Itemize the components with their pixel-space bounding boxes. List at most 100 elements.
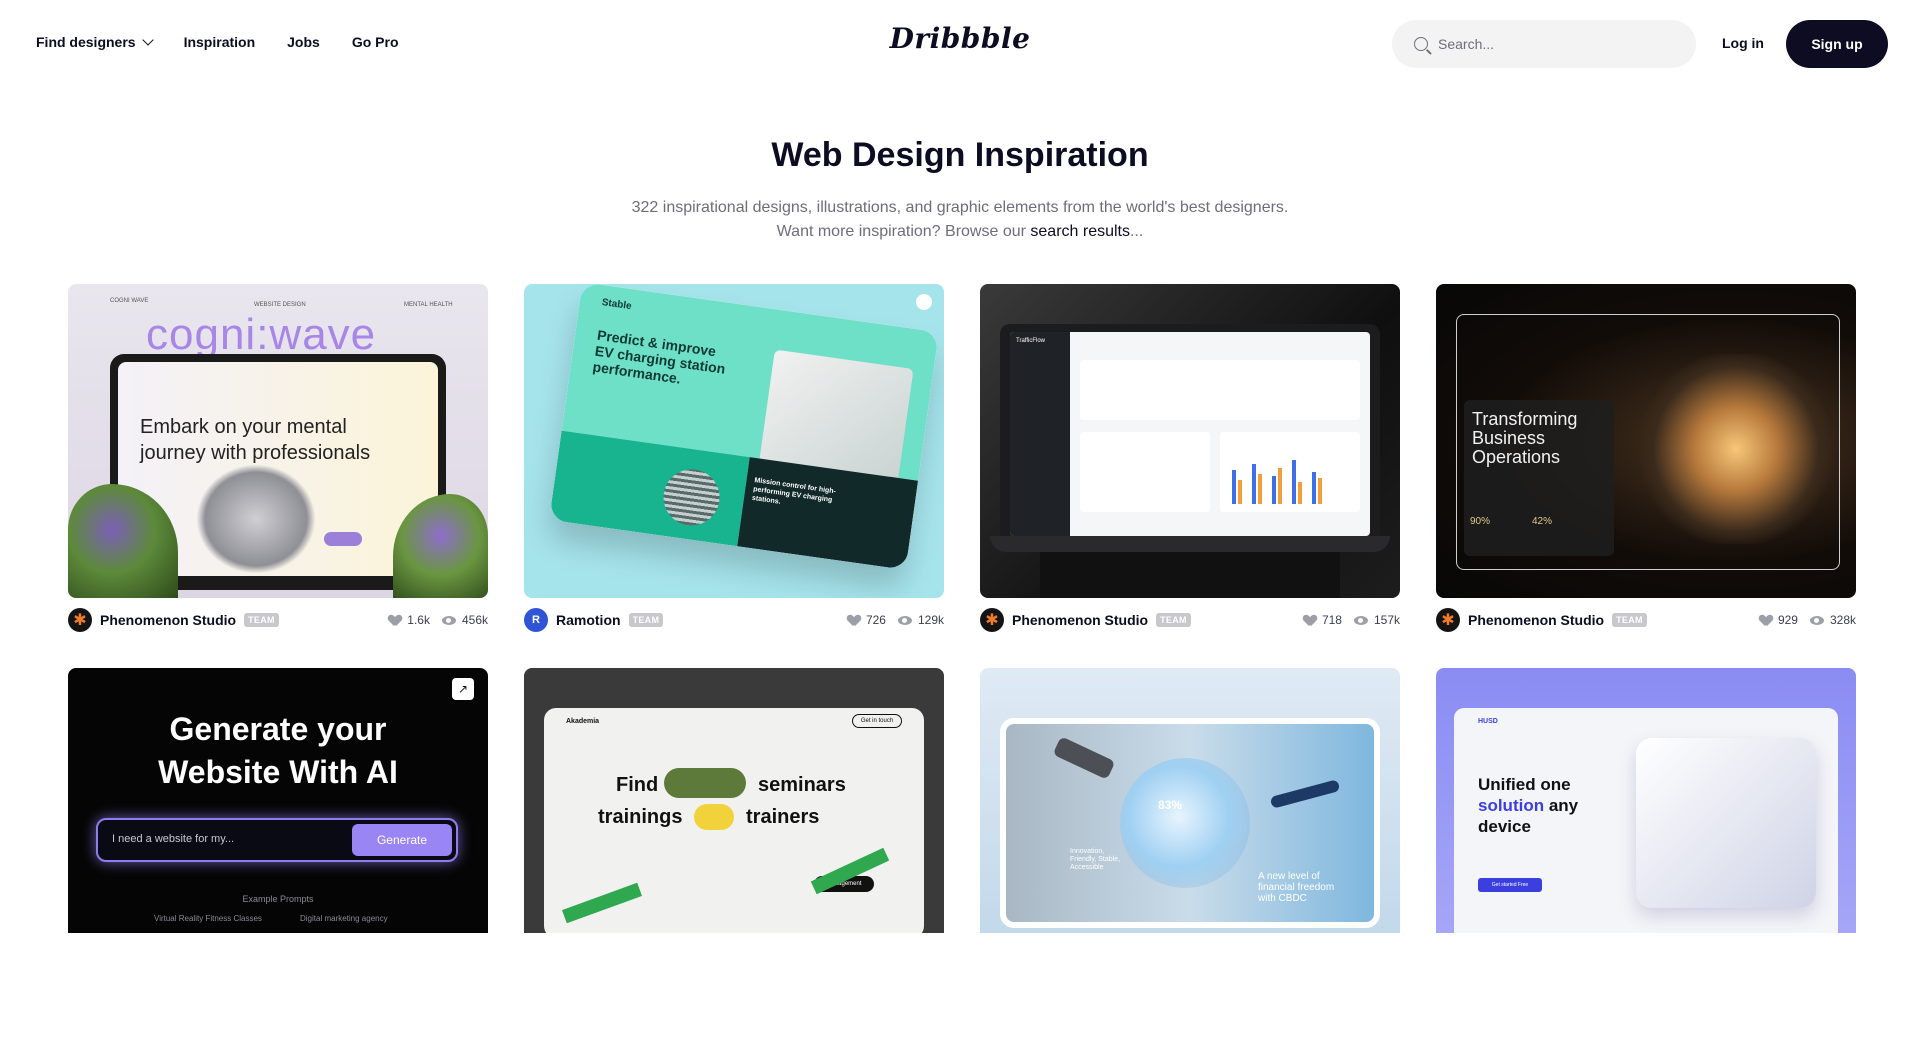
eye-icon bbox=[441, 615, 456, 625]
likes-count: 718 bbox=[1321, 613, 1342, 627]
eye-icon bbox=[1809, 615, 1824, 625]
art-stat: 90% bbox=[1470, 516, 1491, 527]
art-prompts-label: Example Prompts bbox=[242, 894, 314, 904]
search-results-link[interactable]: search results bbox=[1030, 223, 1130, 240]
shot-card[interactable]: COGNI WAVE WEBSITE DESIGN MENTAL HEALTH … bbox=[68, 284, 488, 632]
subtitle-line-2-prefix: Want more inspiration? Browse our bbox=[776, 223, 1031, 240]
shot-card[interactable]: 83% Innovation, Friendly, Stable, Accessib… bbox=[980, 668, 1400, 933]
avatar[interactable]: ✱ bbox=[68, 608, 92, 632]
art-ampersand-pill bbox=[694, 804, 734, 830]
heart-icon[interactable] bbox=[1760, 615, 1772, 626]
page-title: Web Design Inspiration bbox=[771, 136, 1149, 174]
avatar[interactable]: ✱ bbox=[1436, 608, 1460, 632]
nav-find-designers-label: Find designers bbox=[36, 34, 136, 50]
shot-meta: R Ramotion TEAM 726 129k bbox=[524, 608, 944, 632]
heart-icon[interactable] bbox=[848, 615, 860, 626]
author-name[interactable]: Phenomenon Studio bbox=[1012, 612, 1148, 628]
art-stat: 83% bbox=[1158, 798, 1183, 812]
art-input-placeholder: I need a website for my... bbox=[112, 833, 235, 845]
team-badge: TEAM bbox=[628, 613, 664, 627]
likes-count: 726 bbox=[865, 613, 886, 627]
art-headline: Generate your Website With AI bbox=[158, 711, 398, 790]
expand-icon[interactable] bbox=[916, 294, 932, 310]
avatar[interactable]: R bbox=[524, 608, 548, 632]
art-prompt: Digital marketing agency bbox=[300, 914, 388, 923]
primary-nav: Find designers Inspiration Jobs Go Pro bbox=[36, 34, 399, 50]
external-link-icon[interactable]: ↗ bbox=[452, 678, 474, 700]
art-sidebar bbox=[1010, 332, 1070, 536]
laptop-base bbox=[990, 536, 1390, 552]
nav-inspiration[interactable]: Inspiration bbox=[184, 34, 256, 50]
subtitle-line-2-suffix: ... bbox=[1129, 223, 1144, 240]
heart-icon[interactable] bbox=[1304, 615, 1316, 626]
shot-meta: ✱ Phenomenon Studio TEAM 1.6k 456k bbox=[68, 608, 488, 632]
art-headline: Embark on your mental journey with profes… bbox=[140, 416, 371, 464]
art-headline: trainers bbox=[746, 806, 820, 828]
heart-icon[interactable] bbox=[389, 615, 401, 626]
shot-card[interactable]: HUSD Unified one solution any device Get… bbox=[1436, 668, 1856, 933]
chevron-down-icon bbox=[141, 34, 154, 46]
art-brand: TrafficFlow bbox=[1016, 338, 1046, 344]
shot-card[interactable]: Stable Predict & improve EV charging stat… bbox=[524, 284, 944, 632]
art-headline: trainings bbox=[598, 806, 683, 828]
search-box[interactable] bbox=[1392, 20, 1696, 68]
art-prompt: Virtual Reality Fitness Classes bbox=[154, 914, 262, 923]
shot-thumbnail[interactable]: COGNI WAVE WEBSITE DESIGN MENTAL HEALTH … bbox=[68, 284, 488, 598]
likes-count: 929 bbox=[1777, 613, 1798, 627]
nav-go-pro[interactable]: Go Pro bbox=[352, 34, 399, 50]
eye-icon bbox=[897, 615, 912, 625]
author-name[interactable]: Ramotion bbox=[556, 612, 621, 628]
shot-thumbnail[interactable]: 83% Innovation, Friendly, Stable, Accessib… bbox=[980, 668, 1400, 933]
team-badge: TEAM bbox=[244, 613, 279, 627]
shot-thumbnail[interactable]: Stable Predict & improve EV charging stat… bbox=[524, 284, 944, 598]
shot-thumbnail[interactable]: Transforming Business Operations 90% 42% bbox=[1436, 284, 1856, 598]
art-3d-object bbox=[1636, 354, 1836, 544]
avatar[interactable]: ✱ bbox=[980, 608, 1004, 632]
art-stand bbox=[1040, 552, 1340, 598]
art-headline: Unified one solution any device bbox=[1478, 775, 1579, 836]
nav-jobs[interactable]: Jobs bbox=[287, 34, 320, 50]
top-navigation: Find designers Inspiration Jobs Go Pro D… bbox=[0, 0, 1920, 88]
team-badge: TEAM bbox=[1156, 613, 1191, 627]
art-barchart bbox=[1220, 432, 1360, 512]
laptop-screen: TrafficFlow bbox=[1010, 332, 1370, 536]
shot-card[interactable]: Generate your Website With AI I need a we… bbox=[68, 668, 488, 933]
art-headline: A new level of financial freedom with CBDC bbox=[1258, 871, 1335, 904]
author-name[interactable]: Phenomenon Studio bbox=[1468, 612, 1604, 628]
search-input[interactable] bbox=[1438, 36, 1658, 52]
art-brand: HUSD bbox=[1478, 718, 1498, 725]
art-brand: cogni:wave bbox=[146, 310, 377, 359]
art-headline: Find bbox=[616, 774, 659, 796]
art-stat: 42% bbox=[1532, 516, 1553, 527]
art-cta-pill bbox=[324, 532, 362, 546]
views-count: 157k bbox=[1373, 613, 1400, 627]
subtitle-line-2: Want more inspiration? Browse our search… bbox=[0, 220, 1920, 244]
shot-stats: 1.6k 456k bbox=[389, 613, 488, 627]
subtitle-line-1: 322 inspirational designs, illustrations… bbox=[631, 199, 1289, 216]
art-caption: Innovation, Friendly, Stable, Accessible bbox=[1070, 848, 1121, 871]
art-cta: Get started Free bbox=[1478, 878, 1542, 892]
author-name[interactable]: Phenomenon Studio bbox=[100, 612, 236, 628]
shot-meta: ✱ Phenomenon Studio TEAM 718 157k bbox=[980, 608, 1400, 632]
nav-find-designers[interactable]: Find designers bbox=[36, 34, 154, 50]
art-list bbox=[1080, 432, 1210, 512]
art-label-mid: WEBSITE DESIGN bbox=[254, 302, 306, 308]
shot-thumbnail[interactable]: Generate your Website With AI I need a we… bbox=[68, 668, 488, 933]
art-headline: Transforming Business Operations bbox=[1472, 409, 1578, 467]
shot-card[interactable]: TrafficFlow ✱ Phenomenon Studio TEAM 718… bbox=[980, 284, 1400, 632]
hand-sculpture bbox=[196, 464, 316, 574]
art-device: Stable Predict & improve EV charging stat… bbox=[549, 284, 939, 570]
art-3d-device bbox=[1636, 738, 1816, 908]
art-brand: Akademia bbox=[566, 718, 600, 725]
views-count: 129k bbox=[917, 613, 944, 627]
shot-thumbnail[interactable]: TrafficFlow bbox=[980, 284, 1400, 598]
shot-stats: 726 129k bbox=[848, 613, 944, 627]
login-link[interactable]: Log in bbox=[1722, 35, 1764, 51]
shot-thumbnail[interactable]: Akademia Get in touch Find seminars trai… bbox=[524, 668, 944, 933]
likes-count: 1.6k bbox=[407, 613, 430, 627]
shot-card[interactable]: Akademia Get in touch Find seminars trai… bbox=[524, 668, 944, 933]
shot-card[interactable]: Transforming Business Operations 90% 42% ✱… bbox=[1436, 284, 1856, 632]
signup-button[interactable]: Sign up bbox=[1786, 20, 1888, 68]
views-count: 456k bbox=[461, 613, 488, 627]
shot-thumbnail[interactable]: HUSD Unified one solution any device Get… bbox=[1436, 668, 1856, 933]
